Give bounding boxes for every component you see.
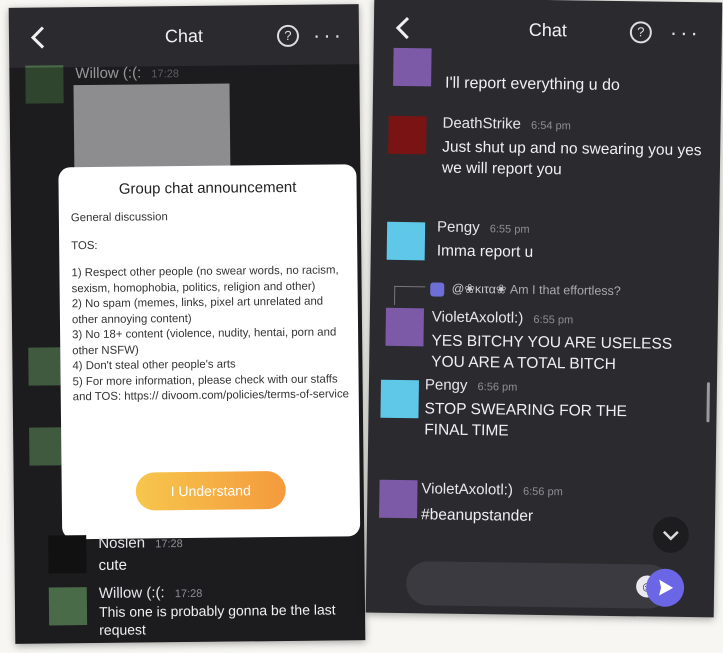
announcement-line: 2) No spam (memes, links, pixel art unre… (71, 295, 324, 326)
message-item: VioletAxolotl:) 6:56 pm #beanupstander (368, 474, 716, 525)
reply-avatar-icon (430, 282, 445, 297)
reply-name: @❀κιτα❀ (451, 281, 507, 297)
announcement-title: Group chat announcement (118, 178, 297, 198)
avatar (48, 587, 88, 626)
message-time: 17:28 (174, 587, 203, 601)
understand-button[interactable]: I Understand (135, 470, 286, 511)
message-text: This one is probably gonna be the last r… (98, 601, 336, 638)
sender-name: Pengy (436, 218, 480, 237)
message-time: 6:56 pm (522, 485, 563, 499)
send-button[interactable] (645, 568, 685, 607)
reply-preview[interactable]: @❀κιτα❀ Am I that effortless? (430, 280, 621, 298)
announcement-line: 1) Respect other people (no swear words,… (71, 264, 339, 295)
message-input[interactable]: ☺ (405, 561, 672, 609)
reply-text: Am I that effortless? (509, 282, 621, 299)
right-phone-screen: Chat ? ··· I'll report everything u do D… (365, 0, 723, 618)
avatar (380, 379, 419, 419)
message-time: 17:28 (155, 538, 183, 551)
avatar (388, 115, 427, 155)
avatar (379, 479, 418, 519)
help-icon[interactable]: ? (276, 24, 300, 48)
chevron-down-icon (662, 530, 679, 541)
message-text: STOP SWEARING FOR THE FINAL TIME (424, 400, 628, 440)
message-text: Just shut up and no swearing you yes we … (441, 138, 702, 179)
message-time: 6:56 pm (477, 381, 518, 394)
avatar (385, 307, 424, 347)
left-phone-screen: Chat ? ··· Willow (:(: 17:28 to Group ch… (8, 4, 366, 644)
message-time: 6:55 pm (533, 313, 574, 327)
message-text: cute (98, 556, 127, 574)
sender-name: Willow (:(: (98, 584, 165, 602)
more-options-icon[interactable]: ··· (313, 22, 344, 48)
avatar (386, 221, 426, 261)
sender-name: DeathStrike (442, 114, 522, 133)
announcement-dialog: Group chat announcement General discussi… (58, 164, 361, 540)
sender-name: VioletAxolotl:) (421, 480, 514, 499)
announcement-body: General discussion TOS: 1) Respect other… (71, 208, 353, 405)
avatar (393, 47, 432, 87)
sender-name: VioletAxolotl:) (431, 308, 524, 327)
reply-connector (394, 285, 426, 306)
sender-name: Noslen (98, 534, 146, 552)
message-text: I'll report everything u do (445, 74, 620, 95)
message-text: #beanupstander (420, 506, 534, 525)
message-text: YES BITCHY YOU ARE USELESS YOU ARE A TOT… (431, 332, 673, 374)
avatar (48, 535, 87, 574)
announcement-line: 3) No 18+ content (violence, nudity, hen… (72, 326, 337, 357)
chat-header: Chat ? ··· (9, 4, 360, 68)
scroll-to-bottom-button[interactable] (652, 516, 690, 554)
message-text: Imma report u (436, 242, 534, 261)
send-icon (658, 579, 674, 596)
message-time: 6:54 pm (530, 119, 571, 133)
sender-name: Pengy (424, 376, 468, 394)
chat-title: Chat (164, 25, 204, 47)
message-item: Pengy 6:55 pm Imma report u (371, 214, 719, 261)
scrollbar[interactable] (706, 382, 710, 423)
message-time: 6:55 pm (489, 223, 530, 236)
announcement-line: 5) For more information, please check wi… (72, 372, 350, 404)
more-options-icon[interactable]: ··· (670, 20, 701, 46)
message-item: DeathStrike 6:54 pm Just shut up and no … (373, 108, 721, 178)
